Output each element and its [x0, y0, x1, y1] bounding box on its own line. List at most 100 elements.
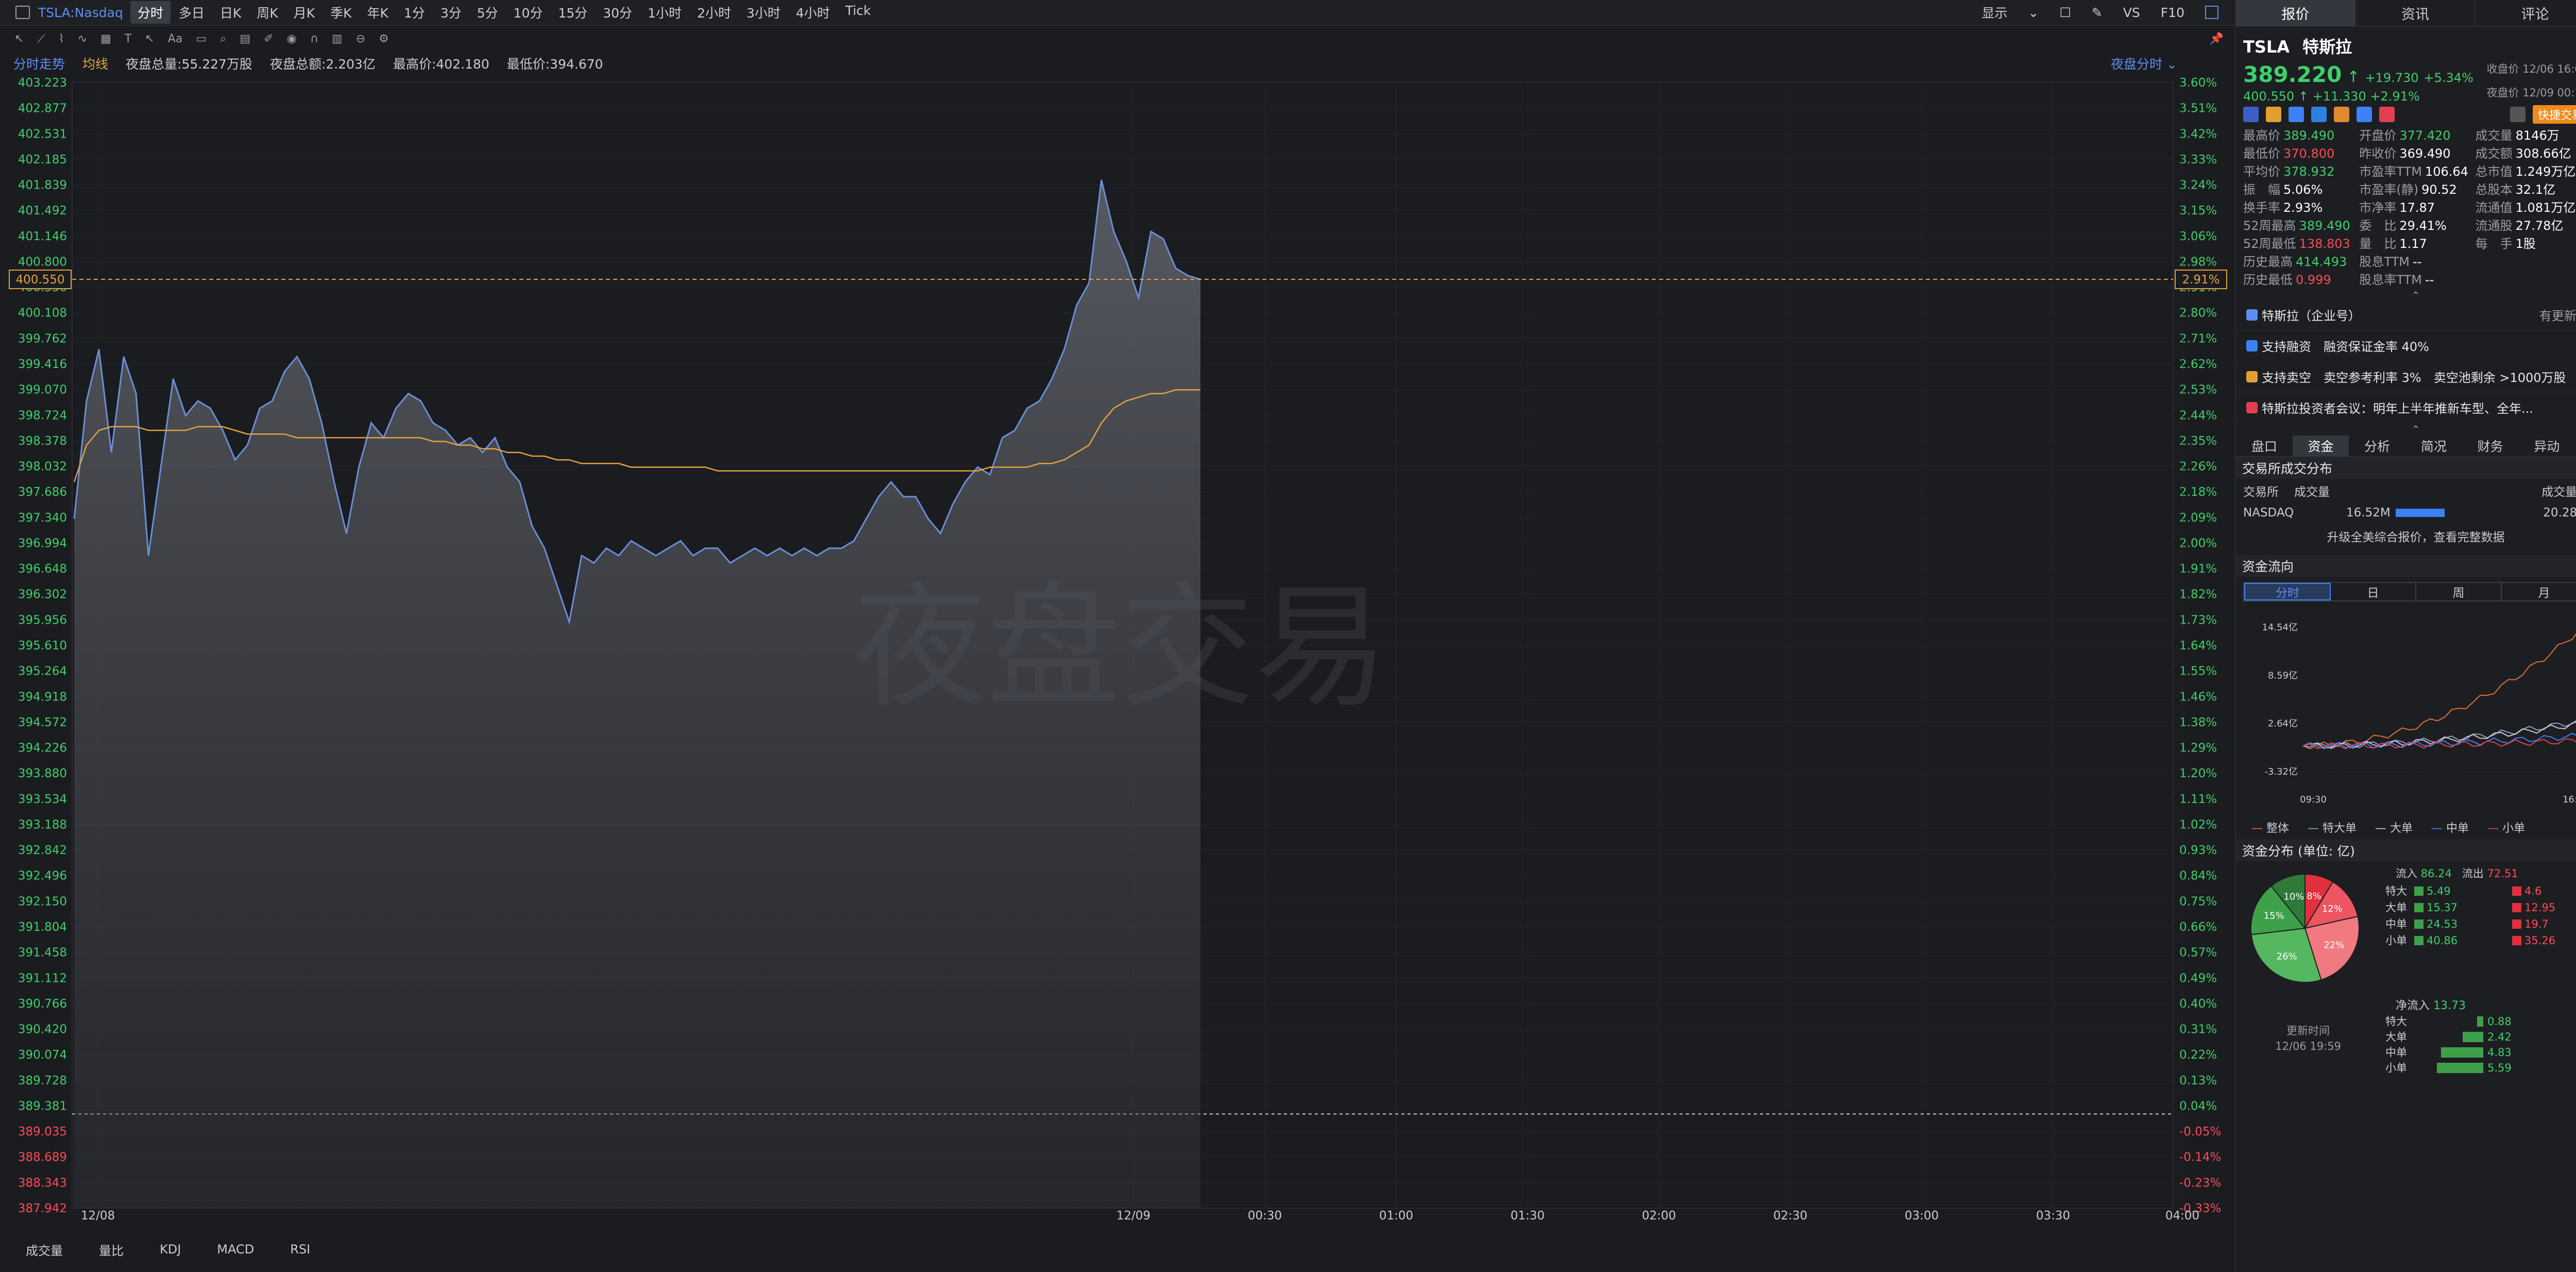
timeframe-14[interactable]: 2小时	[690, 1, 738, 24]
magnet-icon[interactable]: ∩	[310, 32, 318, 45]
net-value: 0.88	[2487, 1015, 2512, 1028]
notice-item[interactable]: 特斯拉（企业号） 有更新 ›	[2236, 299, 2576, 330]
y-right-tick: 1.82%	[2179, 588, 2217, 601]
symbol-label[interactable]: TSLA:Nasdaq	[38, 5, 123, 20]
display-menu[interactable]: 显示	[1981, 3, 2007, 22]
collapse-notes-icon[interactable]: ⌃	[2236, 423, 2576, 436]
subtab-2[interactable]: 分析	[2349, 436, 2405, 456]
timeframe-10[interactable]: 10分	[506, 1, 550, 24]
price-chart-svg[interactable]: 403.223 3.60% 402.877 3.51% 402.531 3.42% 402.…	[0, 75, 2234, 1223]
flow-legend-item: — 特大单	[2308, 819, 2357, 835]
brush-icon[interactable]: ✐	[264, 32, 273, 45]
heart-icon[interactable]	[2379, 107, 2395, 122]
y-right-tick: 3.33%	[2179, 153, 2217, 166]
trend-tool-icon[interactable]: ⌇	[59, 32, 64, 45]
timeframe-9[interactable]: 5分	[470, 1, 505, 24]
wave-tool-icon[interactable]: ∿	[78, 32, 87, 45]
timeframe-1[interactable]: 多日	[172, 1, 212, 24]
subtab-1[interactable]: 资金	[2292, 436, 2349, 456]
tab-comments[interactable]: 评论	[2476, 0, 2576, 26]
chart-icon[interactable]: ▤	[240, 32, 250, 45]
timeframe-0[interactable]: 分时	[130, 1, 171, 24]
stat-value: 414.493	[2296, 255, 2347, 269]
layout-icon[interactable]: ☐	[2059, 5, 2071, 20]
flow-tab-1[interactable]: 日	[2331, 583, 2416, 600]
timeframe-2[interactable]: 日K	[213, 1, 248, 24]
collapse-icon[interactable]: ⌃	[2236, 289, 2576, 302]
vs-button[interactable]: VS	[2123, 5, 2140, 20]
y-left-tick: 393.880	[18, 767, 67, 780]
globe-icon[interactable]: ⊖	[356, 32, 365, 45]
indicator-macd[interactable]: MACD	[212, 1240, 259, 1259]
fib-tool-icon[interactable]: ▦	[100, 32, 111, 45]
notice-item[interactable]: 支持融资 融资保证金率 40%	[2236, 330, 2576, 361]
timeframe-15[interactable]: 3小时	[739, 1, 788, 24]
quick-trade-button[interactable]: 快捷交易	[2532, 105, 2576, 124]
stat-value: --	[2412, 255, 2422, 269]
indicator-volume-ratio[interactable]: 量比	[94, 1238, 129, 1261]
flow-tab-2[interactable]: 周	[2416, 583, 2502, 600]
line-tool-icon[interactable]: ⟋	[37, 32, 45, 45]
timeframe-8[interactable]: 3分	[433, 1, 469, 24]
session-selector[interactable]: 夜盘分时 ⌄	[2111, 54, 2177, 73]
mode-label[interactable]: 分时走势	[13, 54, 65, 73]
flow-tab-0[interactable]: 分时	[2244, 583, 2331, 600]
legend-label: 大单	[2390, 822, 2413, 835]
timeframe-16[interactable]: 4小时	[789, 1, 837, 24]
panel-toggle-icon[interactable]	[2205, 6, 2218, 19]
bell-icon[interactable]	[2510, 107, 2526, 122]
eye-icon[interactable]: ◉	[287, 32, 297, 45]
timeframe-5[interactable]: 季K	[323, 1, 359, 24]
trash-icon[interactable]: ▥	[332, 32, 343, 45]
comment-icon[interactable]: ▭	[196, 32, 207, 45]
timeframe-7[interactable]: 1分	[397, 1, 432, 24]
notice-item[interactable]: 特斯拉投资者会议：明年上半年推新车型、全年...✕	[2236, 392, 2576, 423]
night-icon	[2266, 107, 2281, 122]
y-left-tick: 392.842	[18, 844, 67, 857]
sidebar-toggle-icon[interactable]	[15, 6, 30, 19]
upgrade-link[interactable]: 升级全美综合报价，查看完整数据	[2243, 523, 2576, 552]
text-tool-icon[interactable]: T	[125, 32, 131, 45]
ma-label[interactable]: 均线	[82, 54, 108, 73]
subtab-0[interactable]: 盘口	[2236, 436, 2293, 456]
stat-cell: 平均价 378.932	[2243, 163, 2359, 181]
subtab-5[interactable]: 异动	[2518, 436, 2575, 456]
indicator-tabs: 成交量 量比 KDJ MACD RSI	[0, 1235, 2234, 1264]
stat-value: 32.1亿	[2515, 182, 2556, 197]
dist-label: 小单	[2385, 934, 2407, 947]
timeframe-12[interactable]: 30分	[596, 1, 639, 24]
subtab-4[interactable]: 财务	[2462, 436, 2519, 456]
y-right-tick: 1.02%	[2179, 818, 2217, 831]
timeframe-17[interactable]: Tick	[838, 1, 878, 24]
settings-icon[interactable]: ⚙	[379, 32, 389, 45]
search-icon[interactable]: ⌕	[220, 32, 226, 45]
indicator-volume[interactable]: 成交量	[21, 1238, 68, 1261]
cursor-icon[interactable]: ↖	[14, 32, 24, 45]
notice-item[interactable]: 支持卖空 卖空参考利率 3% 卖空池剩余 >1000万股	[2236, 361, 2576, 392]
timeframe-6[interactable]: 年K	[360, 1, 396, 24]
x-tick: 00:30	[1248, 1209, 1282, 1220]
subtab-3[interactable]: 简况	[2405, 436, 2462, 456]
f10-button[interactable]: F10	[2161, 5, 2184, 20]
flow-tab-3[interactable]: 月	[2502, 583, 2576, 600]
flow-chart[interactable]: 14.54亿 8.59亿 2.64亿 -3.32亿 09:30 16:00	[2236, 601, 2576, 818]
pin-icon[interactable]: 📌	[2210, 32, 2224, 45]
timeframe-11[interactable]: 15分	[551, 1, 595, 24]
indicator-rsi[interactable]: RSI	[285, 1240, 315, 1259]
stat-cell: 量 比 1.17	[2359, 235, 2475, 253]
y-right-tick: -0.14%	[2179, 1151, 2221, 1164]
stat-label: 历史最高	[2243, 255, 2293, 269]
font-tool-icon[interactable]: Aa	[168, 32, 183, 45]
tab-quote[interactable]: 报价	[2236, 0, 2356, 26]
arrow-tool-icon[interactable]: ↖	[145, 32, 154, 45]
intraday-chart[interactable]: 403.223 3.60% 402.877 3.51% 402.531 3.42% 402.…	[0, 75, 2234, 1223]
indicator-kdj[interactable]: KDJ	[155, 1240, 186, 1259]
tab-news[interactable]: 资讯	[2356, 0, 2476, 26]
timeframe-13[interactable]: 1小时	[640, 1, 689, 24]
pen-icon[interactable]: ✎	[2092, 5, 2103, 20]
dist-area: 8% 12% 22% 26% 15% 10% 流入 86.24 流出 72.51 特大 5.…	[2236, 861, 2576, 1078]
pie-label: 26%	[2277, 951, 2297, 962]
inflow-total: 86.24	[2420, 867, 2452, 880]
timeframe-3[interactable]: 周K	[249, 1, 285, 24]
timeframe-4[interactable]: 月K	[286, 1, 322, 24]
